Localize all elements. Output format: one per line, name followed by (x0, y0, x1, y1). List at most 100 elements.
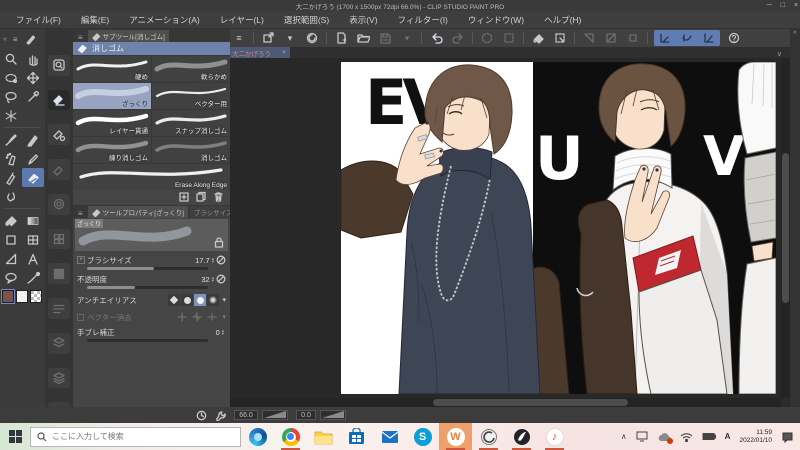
tray-wifi-icon[interactable] (680, 432, 693, 442)
brush-size-dynamics-icon[interactable]: + (77, 256, 85, 264)
save-dropdown-icon[interactable]: ▾ (399, 31, 415, 45)
dock-layer-property-icon[interactable] (48, 298, 70, 319)
antialias-weak-button[interactable] (181, 294, 194, 306)
action-center-icon[interactable] (781, 431, 794, 443)
menu-help[interactable]: ヘルプ(H) (534, 11, 591, 29)
menu-window[interactable]: ウィンドウ(W) (458, 11, 534, 29)
clear-icon[interactable] (501, 31, 517, 45)
tool-eraser[interactable] (22, 168, 44, 187)
taskbar-itunes[interactable]: ♪ (538, 423, 571, 450)
tray-battery-icon[interactable] (702, 432, 716, 441)
brush-size-slider[interactable] (87, 267, 208, 270)
dock-layer-search-icon[interactable] (48, 332, 70, 354)
snap-special-ruler-icon[interactable] (679, 31, 695, 45)
antialias-strong-button[interactable] (207, 294, 220, 306)
subtool-item-selected[interactable]: ざっくり (73, 83, 151, 109)
subtool-item[interactable]: レイヤー貫通 (73, 110, 151, 136)
canvas-tab[interactable]: 大二かげろう × (228, 47, 290, 58)
tool-pen[interactable] (22, 130, 44, 149)
horizontal-scrollbar[interactable] (228, 398, 781, 407)
antialias-none-button[interactable] (168, 294, 181, 306)
snap-grid-icon[interactable] (701, 31, 717, 45)
dock-tool-property-icon[interactable] (48, 124, 70, 146)
vector-erase-checkbox[interactable] (77, 313, 84, 321)
subtool-panel-menu-icon[interactable]: ≡ (75, 33, 86, 42)
tool-gradient[interactable] (22, 211, 44, 230)
fill-button[interactable] (530, 31, 546, 45)
frame-border-icon[interactable] (625, 31, 641, 45)
transparent-color-swatch[interactable] (30, 290, 42, 303)
tool-balloon[interactable] (0, 268, 22, 287)
help-icon[interactable] (726, 31, 742, 45)
zoom-slider[interactable] (262, 410, 288, 420)
dock-color-wheel-icon[interactable] (48, 193, 70, 215)
antialias-middle-button[interactable] (194, 294, 207, 306)
vertical-scrollbar-thumb[interactable] (782, 153, 789, 303)
taskbar-search[interactable] (30, 426, 241, 447)
menu-animation[interactable]: アニメーション(A) (119, 11, 210, 29)
gradient-map-icon[interactable] (603, 31, 619, 45)
subtool-item[interactable]: ベクター用 (152, 83, 230, 109)
tool-marker[interactable] (0, 168, 22, 187)
vector-erase-expand-icon[interactable]: ▾ (222, 314, 226, 321)
menu-layer[interactable]: レイヤー(L) (210, 11, 274, 29)
stabilize-stepper[interactable]: ▴ ▾ (222, 328, 224, 336)
taskbar-mail[interactable] (373, 423, 406, 450)
subtool-item[interactable]: 練り消しゴム (73, 137, 151, 163)
vertical-scrollbar[interactable] (781, 58, 790, 398)
antialias-expand-icon[interactable]: ▾ (222, 297, 226, 304)
tool-text[interactable] (22, 249, 44, 268)
tool-pencil[interactable] (22, 149, 44, 168)
menu-edit[interactable]: 編集(E) (71, 11, 119, 29)
tray-ime-indicator[interactable]: A (725, 432, 731, 441)
dock-subtool-icon[interactable] (48, 89, 70, 111)
tool-zoom[interactable] (0, 49, 22, 68)
tool-property-tab[interactable]: ツールプロパティ[ざっくり] (87, 206, 188, 218)
canvas-tab-close-icon[interactable]: × (282, 49, 286, 56)
maximize-button[interactable]: □ (781, 2, 785, 9)
time-lapse-icon[interactable] (196, 410, 207, 421)
open-file-button[interactable] (355, 31, 371, 45)
add-subtool-icon[interactable] (179, 191, 190, 202)
clip-studio-icon[interactable] (304, 31, 320, 45)
tool-blend[interactable] (0, 187, 22, 206)
delete-subtool-icon[interactable] (213, 191, 224, 202)
tool-correct-line[interactable] (22, 268, 44, 287)
menu-selection[interactable]: 選択範囲(S) (274, 11, 339, 29)
taskbar-chrome[interactable] (274, 423, 307, 450)
dock-layers-icon[interactable] (48, 367, 70, 389)
close-button[interactable]: × (794, 2, 798, 9)
snap-ruler-icon[interactable] (657, 31, 673, 45)
dock-color-mix-icon[interactable] (48, 263, 70, 285)
rotation-slider[interactable] (320, 410, 346, 420)
save-button[interactable] (377, 31, 393, 45)
horizontal-scrollbar-thumb[interactable] (433, 399, 628, 406)
brush-size-stepper[interactable]: ▴ ▾ (212, 256, 214, 264)
wrench-icon[interactable] (215, 410, 226, 421)
tool-figure[interactable] (0, 230, 22, 249)
dock-brush-size-icon[interactable] (48, 159, 70, 180)
subtool-group-header[interactable]: 消しゴム (73, 42, 230, 55)
opacity-slider[interactable] (87, 286, 208, 289)
undo-button[interactable] (428, 31, 444, 45)
taskbar-edge[interactable] (241, 423, 274, 450)
subtool-panel-tab[interactable]: サブツール[消しゴム] (87, 30, 169, 42)
tool-auto-select[interactable] (0, 106, 22, 125)
subtool-item[interactable]: スナップ消しゴム (152, 110, 230, 136)
tray-display-icon[interactable] (636, 431, 648, 442)
subtool-item[interactable]: Erase Along Edge (73, 164, 230, 190)
tray-hidden-icons[interactable]: ∧ (621, 432, 627, 441)
search-input[interactable] (52, 432, 212, 441)
launcher-dropdown-icon[interactable]: ▾ (282, 31, 298, 45)
command-bar-menu-button[interactable]: ≡ (231, 31, 247, 45)
minimize-button[interactable]: ─ (767, 2, 772, 9)
taskbar-explorer[interactable] (307, 423, 340, 450)
tray-onedrive-icon[interactable] (657, 432, 673, 444)
menu-filter[interactable]: フィルター(I) (388, 11, 458, 29)
collapse-tools-icon[interactable]: « (3, 36, 7, 43)
canvas-viewport[interactable]: EV U V (228, 58, 781, 398)
lock-icon[interactable] (214, 236, 224, 248)
delete-icon[interactable] (479, 31, 495, 45)
brush-size-source-icon[interactable] (216, 255, 226, 265)
dock-color-set-icon[interactable] (48, 228, 70, 250)
